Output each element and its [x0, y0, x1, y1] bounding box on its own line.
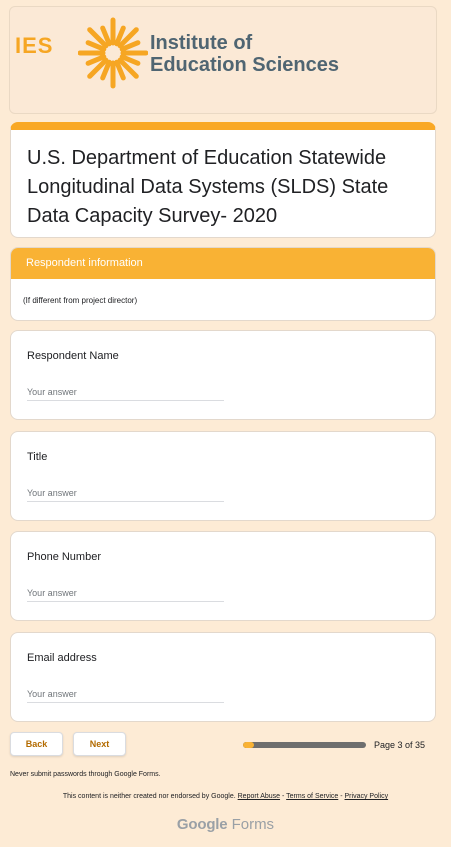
next-button[interactable]: Next — [73, 732, 126, 756]
org-name-line1: Institute of — [150, 32, 253, 54]
google-forms-logo[interactable]: Google Forms — [0, 816, 451, 833]
question-email-address: Email address — [10, 632, 436, 722]
report-abuse-link[interactable]: Report Abuse — [238, 793, 280, 800]
question-title: Title — [10, 431, 436, 521]
sunburst-icon — [78, 17, 148, 89]
question-label: Title — [27, 451, 48, 463]
terms-of-service-link[interactable]: Terms of Service — [286, 793, 338, 800]
ies-logo-text: IES — [15, 33, 54, 58]
form-title-card: U.S. Department of Education Statewide L… — [10, 122, 436, 238]
disclaimer: This content is neither created nor endo… — [0, 793, 451, 800]
google-wordmark: Google — [176, 816, 228, 833]
section-description: (If different from project director) — [23, 296, 138, 305]
email-address-input[interactable] — [27, 686, 224, 703]
page-indicator: Page 3 of 35 — [374, 740, 426, 750]
question-respondent-name: Respondent Name — [10, 330, 436, 420]
section-card: Respondent information (If different fro… — [10, 247, 436, 321]
privacy-policy-link[interactable]: Privacy Policy — [345, 793, 389, 800]
back-button[interactable]: Back — [10, 732, 63, 756]
disclaimer-text: This content is neither created nor endo… — [62, 793, 236, 800]
header-banner: IES Institute of Education Sciences — [9, 6, 437, 114]
respondent-name-input[interactable] — [27, 384, 224, 401]
question-phone-number: Phone Number — [10, 531, 436, 621]
phone-number-input[interactable] — [27, 585, 224, 602]
question-label: Respondent Name — [27, 350, 119, 362]
progress-bar — [243, 742, 366, 748]
forms-wordmark: Forms — [231, 816, 275, 833]
password-warning: Never submit passwords through Google Fo… — [10, 771, 161, 778]
question-label: Email address — [27, 652, 97, 664]
org-name: Institute of Education Sciences — [150, 32, 339, 76]
form-title: U.S. Department of Education Statewide L… — [27, 147, 389, 227]
progress-bar-fill — [243, 742, 254, 748]
org-name-line2: Education Sciences — [150, 54, 339, 76]
title-input[interactable] — [27, 485, 224, 502]
section-title: Respondent information — [11, 248, 435, 279]
question-label: Phone Number — [27, 551, 101, 563]
